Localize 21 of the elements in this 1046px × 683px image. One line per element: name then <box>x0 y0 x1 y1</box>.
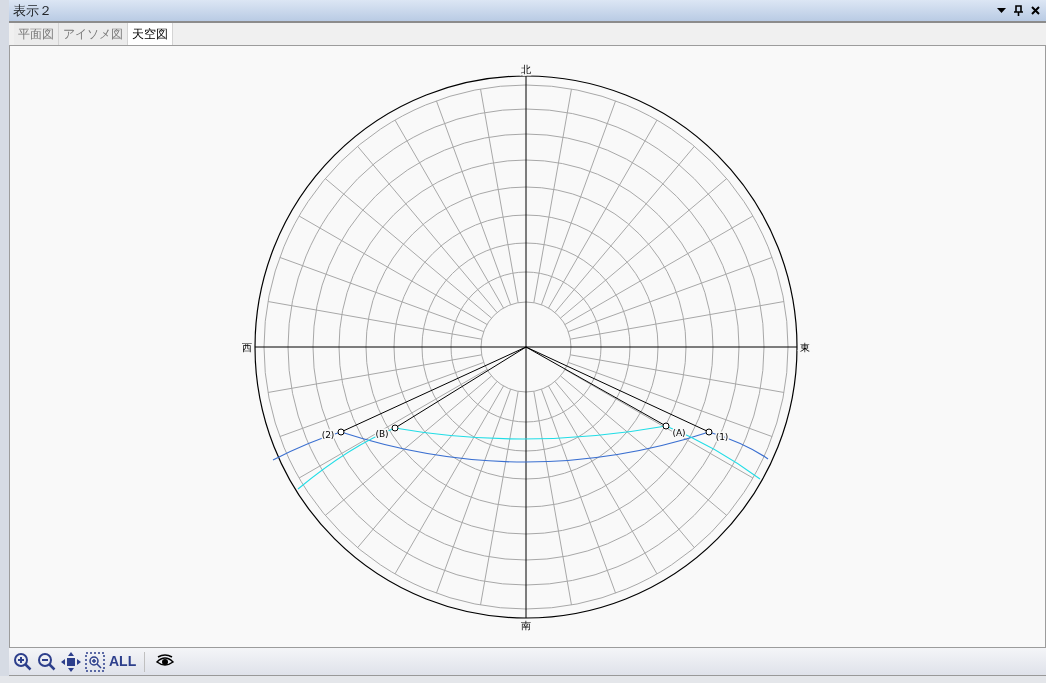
direction-label: 西 <box>242 342 252 353</box>
point-marker <box>662 422 670 430</box>
tab[interactable]: アイソメ図 <box>59 23 128 45</box>
window-title: 表示２ <box>13 1 53 20</box>
tab[interactable]: 平面図 <box>14 23 59 45</box>
point-marker <box>705 428 713 436</box>
close-icon[interactable] <box>1029 4 1042 17</box>
pin-icon[interactable] <box>1012 4 1025 17</box>
pan-button[interactable] <box>61 651 81 672</box>
zoom-window-button[interactable] <box>85 651 105 672</box>
point-label: (A) <box>672 428 686 438</box>
point-marker <box>391 424 399 432</box>
direction-label: 東 <box>800 342 810 353</box>
zoom-in-button[interactable] <box>13 651 33 672</box>
point-label: (1) <box>715 432 729 442</box>
point-marker <box>337 428 345 436</box>
tab[interactable]: 天空図 <box>128 23 173 45</box>
zoom-out-button[interactable] <box>37 651 57 672</box>
direction-label: 南 <box>521 620 531 631</box>
zoom-all-button[interactable]: ALL <box>109 651 137 672</box>
direction-label: 北 <box>521 64 531 75</box>
